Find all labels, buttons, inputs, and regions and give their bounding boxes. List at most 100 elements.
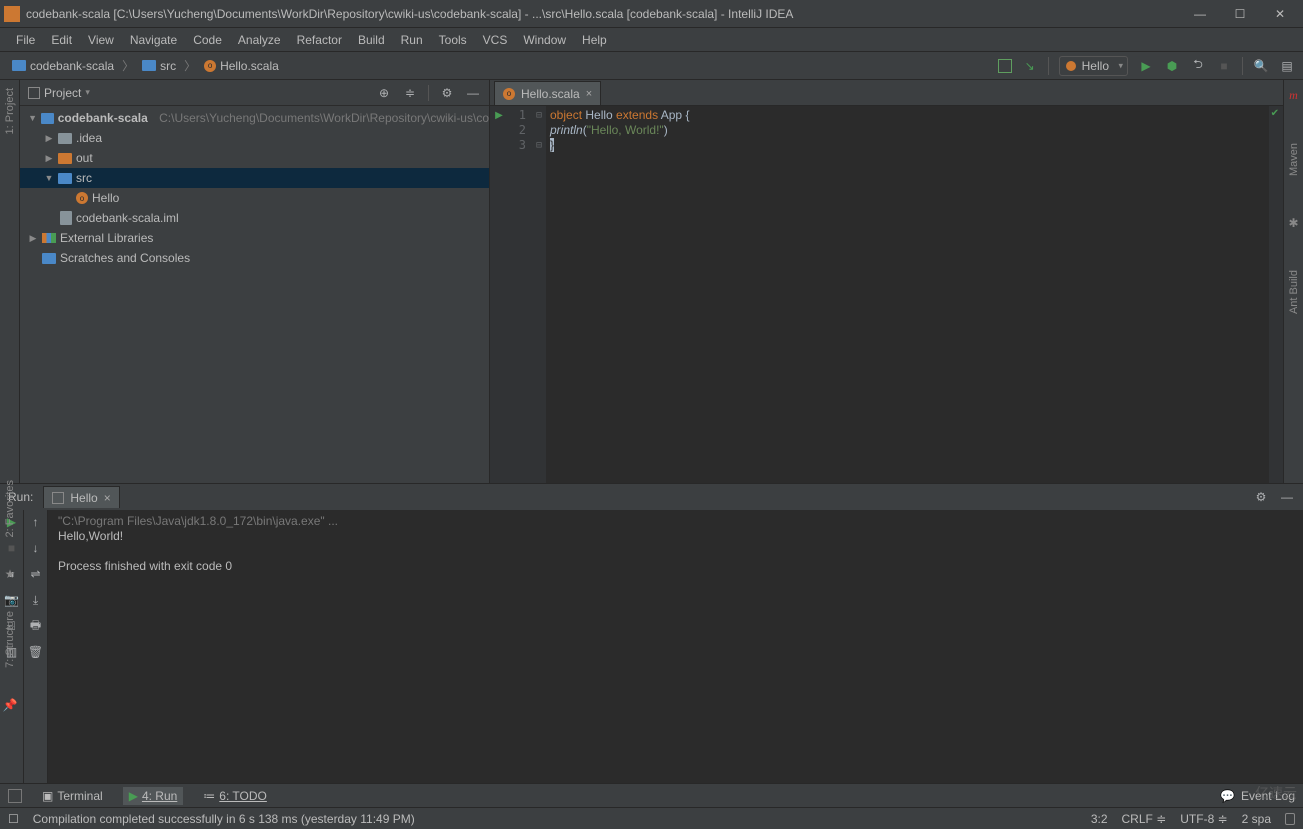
- close-run-tab-icon[interactable]: ×: [104, 491, 111, 505]
- project-panel: Project ▾ ⊕ ≑ ⚙ — ▼ codebank-scala C:\Us…: [20, 80, 490, 483]
- run-button[interactable]: ▶: [1138, 58, 1154, 74]
- gear-icon[interactable]: ⚙: [439, 85, 455, 101]
- project-panel-header: Project ▾ ⊕ ≑ ⚙ —: [20, 80, 489, 106]
- status-indent[interactable]: 2 spa: [1242, 812, 1271, 826]
- close-tab-icon[interactable]: ×: [586, 88, 592, 100]
- close-button[interactable]: ✕: [1269, 3, 1291, 25]
- tool-ant[interactable]: Ant Build: [1288, 270, 1300, 314]
- run-toolbar-right: ↑ ↓ ⇌ ⤓ 🖶 🗑: [24, 510, 48, 783]
- maven-icon[interactable]: m: [1289, 88, 1298, 103]
- menu-edit[interactable]: Edit: [43, 31, 80, 49]
- pin-icon[interactable]: 📌: [3, 698, 18, 712]
- iml-file-icon: [60, 211, 72, 225]
- stop-button[interactable]: ■: [1216, 58, 1232, 74]
- trash-icon[interactable]: 🗑: [28, 644, 44, 660]
- hide-icon[interactable]: —: [465, 85, 481, 101]
- inspection-ok-icon[interactable]: ✔: [1271, 108, 1279, 119]
- main-area: 1: Project Project ▾ ⊕ ≑ ⚙ — ▼ codebank-…: [0, 80, 1303, 483]
- lock-icon[interactable]: [1285, 813, 1295, 825]
- navigation-bar: codebank-scala 〉 src 〉 oHello.scala ↘ He…: [0, 52, 1303, 80]
- tree-idea[interactable]: ▶ .idea: [20, 128, 489, 148]
- tree-out[interactable]: ▶ out: [20, 148, 489, 168]
- tree-iml[interactable]: codebank-scala.iml: [20, 208, 489, 228]
- tree-hello[interactable]: o Hello: [20, 188, 489, 208]
- menu-window[interactable]: Window: [515, 31, 574, 49]
- settings-icon[interactable]: ▤: [1279, 58, 1295, 74]
- tree-external-libs[interactable]: ▶ External Libraries: [20, 228, 489, 248]
- editor-scrollbar[interactable]: [1269, 106, 1283, 483]
- scala-object-icon: o: [76, 192, 88, 204]
- tool-maven[interactable]: Maven: [1288, 143, 1300, 176]
- breadcrumb-project[interactable]: codebank-scala: [8, 57, 118, 75]
- tool-windows-icon[interactable]: [8, 789, 22, 803]
- tree-src[interactable]: ▼ src: [20, 168, 489, 188]
- folder-icon: [142, 60, 156, 71]
- run-hide-icon[interactable]: —: [1279, 489, 1295, 505]
- run-gear-icon[interactable]: ⚙: [1253, 489, 1269, 505]
- status-position[interactable]: 3:2: [1091, 812, 1108, 826]
- editor-body[interactable]: ▶ 123 ⊟⊟ object Hello extends App { prin…: [490, 106, 1283, 483]
- tree-root[interactable]: ▼ codebank-scala C:\Users\Yucheng\Docume…: [20, 108, 489, 128]
- project-tree[interactable]: ▼ codebank-scala C:\Users\Yucheng\Docume…: [20, 106, 489, 483]
- run-configuration-select[interactable]: Hello: [1059, 56, 1128, 76]
- up-icon[interactable]: ↑: [28, 514, 44, 530]
- breadcrumb-sep: 〉: [122, 57, 134, 74]
- code-editor[interactable]: object Hello extends App { println("Hell…: [546, 106, 1269, 483]
- tool-favorites[interactable]: 2: Favorites: [4, 480, 16, 537]
- menu-run[interactable]: Run: [393, 31, 431, 49]
- debug-button[interactable]: ⬢: [1164, 58, 1180, 74]
- title-bar: codebank-scala [C:\Users\Yucheng\Documen…: [0, 0, 1303, 28]
- run-line-marker-icon[interactable]: ▶: [495, 108, 503, 123]
- editor-tabstrip: o Hello.scala ×: [490, 80, 1283, 106]
- menu-help[interactable]: Help: [574, 31, 615, 49]
- menu-refactor[interactable]: Refactor: [289, 31, 350, 49]
- menu-build[interactable]: Build: [350, 31, 393, 49]
- tool-structure[interactable]: 7: Structure: [4, 611, 16, 668]
- intellij-icon: [4, 6, 20, 22]
- status-line-sep[interactable]: CRLF ≑: [1122, 812, 1167, 826]
- menu-view[interactable]: View: [80, 31, 122, 49]
- minimize-button[interactable]: —: [1189, 3, 1211, 25]
- locate-icon[interactable]: ⊕: [376, 85, 392, 101]
- hammer-icon[interactable]: ↘: [1022, 58, 1038, 74]
- editor-tab-hello[interactable]: o Hello.scala ×: [494, 81, 601, 105]
- folder-icon: [12, 60, 26, 71]
- menu-tools[interactable]: Tools: [431, 31, 475, 49]
- breadcrumb-src[interactable]: src: [138, 57, 180, 75]
- wrap-icon[interactable]: ⇌: [28, 566, 44, 582]
- folder-icon: [58, 153, 72, 164]
- project-icon: [28, 87, 40, 99]
- project-view-selector[interactable]: Project ▾: [28, 86, 370, 100]
- status-bar-icon[interactable]: ☐: [8, 812, 19, 826]
- terminal-tool[interactable]: ▣Terminal: [36, 787, 109, 805]
- coverage-button[interactable]: ⮌: [1190, 58, 1206, 74]
- tree-scratches[interactable]: ▶ Scratches and Consoles: [20, 248, 489, 268]
- window-title: codebank-scala [C:\Users\Yucheng\Documen…: [26, 7, 1189, 21]
- event-log-icon: 💬: [1220, 789, 1235, 803]
- separator: [428, 85, 429, 101]
- menu-vcs[interactable]: VCS: [475, 31, 516, 49]
- run-console-output[interactable]: "C:\Program Files\Java\jdk1.8.0_172\bin\…: [48, 510, 1303, 783]
- scroll-icon[interactable]: ⤓: [28, 592, 44, 608]
- run-tab-hello[interactable]: Hello ×: [43, 486, 119, 508]
- run-gutter[interactable]: ▶: [490, 106, 508, 483]
- tool-project[interactable]: 1: Project: [4, 88, 16, 134]
- menu-file[interactable]: File: [8, 31, 43, 49]
- maximize-button[interactable]: ☐: [1229, 3, 1251, 25]
- collapse-icon[interactable]: ≑: [402, 85, 418, 101]
- fold-gutter[interactable]: ⊟⊟: [532, 106, 546, 483]
- run-tool[interactable]: ▶4: Run: [123, 787, 184, 805]
- menu-code[interactable]: Code: [185, 31, 230, 49]
- down-icon[interactable]: ↓: [28, 540, 44, 556]
- event-log-button[interactable]: Event Log: [1241, 789, 1295, 803]
- print-icon[interactable]: 🖶: [28, 618, 44, 634]
- module-icon: [41, 113, 54, 124]
- menu-analyze[interactable]: Analyze: [230, 31, 289, 49]
- todo-tool[interactable]: ≔6: TODO: [197, 787, 273, 805]
- ant-icon[interactable]: ✱: [1288, 216, 1298, 230]
- status-encoding[interactable]: UTF-8 ≑: [1180, 812, 1227, 826]
- breadcrumb-file[interactable]: oHello.scala: [200, 57, 283, 75]
- build-icon[interactable]: [998, 59, 1012, 73]
- menu-navigate[interactable]: Navigate: [122, 31, 185, 49]
- search-everywhere-icon[interactable]: 🔍: [1253, 58, 1269, 74]
